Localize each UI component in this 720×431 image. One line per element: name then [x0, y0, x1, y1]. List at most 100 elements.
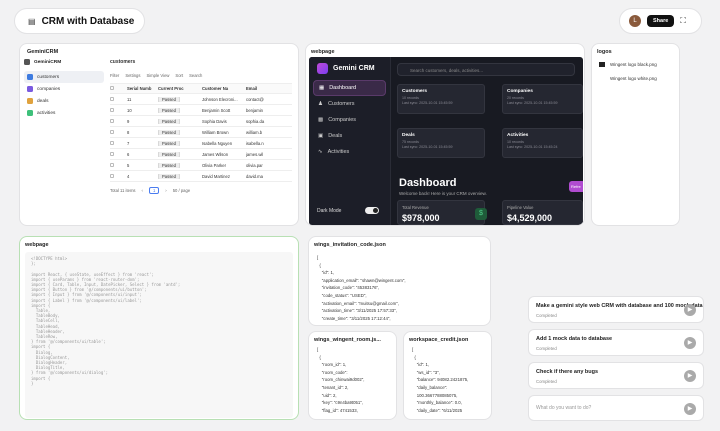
- task-item[interactable]: Check if there any bugs Completed ▶: [528, 362, 704, 389]
- next-page-icon[interactable]: ›: [165, 188, 166, 193]
- chat-input[interactable]: What do you want to do? ▶: [528, 395, 704, 421]
- card-title: wings_invitation_code.json: [314, 242, 386, 248]
- json-line: {: [317, 354, 321, 360]
- task-title: Check if there any bugs: [536, 369, 599, 375]
- row-checkbox[interactable]: [110, 118, 114, 123]
- image-file-icon: [599, 76, 605, 81]
- share-button[interactable]: Share: [647, 15, 675, 27]
- status-badge: Passed: [158, 173, 180, 179]
- activities-card[interactable]: Activities 10 records Last sync: 2025-10-0…: [502, 128, 583, 158]
- task-item[interactable]: Add 1 mock data to database Completed ▶: [528, 329, 704, 356]
- sidebar-item-customers[interactable]: customers: [24, 71, 104, 83]
- file-item[interactable]: Wingent logo black.png: [599, 62, 657, 67]
- table-row[interactable]: 10 Passed Benjamin Scott benjamin: [110, 105, 292, 116]
- table-icon: [27, 98, 33, 104]
- customers-table: customers Filter Settings Simple View So…: [110, 59, 292, 194]
- account-bar: L Share ⛶: [619, 8, 702, 34]
- json-line: "room_id": 1,: [317, 362, 347, 368]
- filter-button[interactable]: Filter: [110, 73, 119, 78]
- card-title: wings_wingent_room.js...: [314, 337, 381, 343]
- row-checkbox[interactable]: [110, 162, 114, 167]
- sidebar-item-deals[interactable]: deals: [24, 95, 104, 107]
- row-checkbox[interactable]: [110, 107, 114, 112]
- task-title: Add 1 mock data to database: [536, 336, 613, 342]
- nav-activities[interactable]: ∿ Activities: [309, 144, 390, 160]
- play-icon[interactable]: ▶: [684, 370, 696, 382]
- row-checkbox[interactable]: [110, 140, 114, 145]
- row-checkbox[interactable]: [110, 129, 114, 134]
- settings-button[interactable]: Settings: [125, 73, 140, 78]
- send-icon[interactable]: ▶: [684, 403, 696, 415]
- table-row[interactable]: 11 Passed Johnson Elecroni... contact@: [110, 94, 292, 105]
- table-row[interactable]: 7 Passed Isabella Nguyen isabella.n: [110, 138, 292, 149]
- dark-dashboard: Gemini CRM ▦ Dashboard ♟ Customers ▩ Compan…: [309, 57, 583, 225]
- json-content: [ { "id": 1, "ws_id": "3", "balance": 94…: [412, 346, 468, 414]
- card-title: logos: [597, 49, 612, 55]
- table-row[interactable]: 5 Passed Olivia Parker olivia.par: [110, 160, 292, 171]
- activity-icon: ∿: [318, 149, 323, 155]
- sidebar-item-companies[interactable]: companies: [24, 83, 104, 95]
- json-line: "balance": 94082.2421875,: [412, 377, 469, 383]
- column-header[interactable]: Email: [246, 86, 270, 91]
- companies-card[interactable]: Companies 20 records Last sync: 2025-10-01…: [502, 84, 583, 114]
- customers-card[interactable]: Customers 10 records Last sync: 2025-10-01…: [397, 84, 485, 114]
- json-line: "invitation_code": "45383176",: [317, 285, 380, 291]
- cell-customer-name: William Brown: [202, 129, 229, 135]
- column-header[interactable]: Serial Numb: [122, 86, 158, 91]
- table-row[interactable]: 6 Passed James Wilson james.wil: [110, 149, 292, 160]
- nav-companies[interactable]: ▩ Companies: [309, 112, 390, 128]
- deals-card[interactable]: Deals 75 records Last sync: 2025-10-01 15:…: [397, 128, 485, 158]
- logos-card[interactable]: logos Wingent logo black.png Wingent log…: [591, 43, 680, 226]
- status-badge: Passed: [158, 151, 180, 157]
- avatar[interactable]: L: [629, 15, 641, 27]
- row-checkbox[interactable]: [110, 151, 114, 156]
- file-item[interactable]: Wingent logo white.png: [599, 76, 657, 81]
- nav-customers[interactable]: ♟ Customers: [309, 96, 390, 112]
- cell-serial: 10: [127, 107, 132, 113]
- page-number[interactable]: 1: [148, 187, 160, 194]
- json-line: "code_status": "USED",: [317, 292, 367, 298]
- play-icon[interactable]: ▶: [684, 337, 696, 349]
- app-brand: Gemini CRM: [309, 57, 390, 80]
- json-line: "uid": 2,: [317, 392, 337, 398]
- dark-mode-toggle[interactable]: [365, 207, 380, 214]
- row-checkbox[interactable]: [110, 173, 114, 178]
- crm-brand: GeminiCRM: [24, 59, 104, 65]
- cell-serial: 5: [127, 162, 130, 168]
- page-size-select[interactable]: 50 / page: [173, 188, 190, 193]
- simple-view-button[interactable]: Simple View: [146, 73, 169, 78]
- cell-customer-name: James Wilson: [202, 151, 229, 157]
- nav-deals[interactable]: ▣ Deals: [309, 128, 390, 144]
- users-icon: ♟: [318, 101, 323, 107]
- search-button[interactable]: Search: [189, 73, 202, 78]
- cell-email: william.b: [246, 129, 263, 135]
- column-header[interactable]: Current Proc: [158, 86, 202, 91]
- json-line: 100.3667788085075,: [412, 392, 458, 398]
- webpage-preview-card[interactable]: webpage Gemini CRM ▦ Dashboard ♟ Customers…: [305, 43, 585, 226]
- table-row[interactable]: 8 Passed William Brown william.b: [110, 127, 292, 138]
- play-icon[interactable]: ▶: [684, 304, 696, 316]
- row-checkbox[interactable]: [110, 96, 114, 101]
- search-input[interactable]: Search customers, deals, activities...: [397, 63, 575, 76]
- sidebar-item-activities[interactable]: activities: [24, 107, 104, 119]
- cell-customer-name: Johnson Elecroni...: [202, 96, 238, 102]
- table-row[interactable]: 4 Passed David Martinez david.ma: [110, 171, 292, 182]
- fullscreen-icon[interactable]: ⛶: [680, 16, 686, 26]
- json-file-card[interactable]: wings_wingent_room.js... [ { "room_id": …: [308, 331, 397, 420]
- json-file-card[interactable]: workspace_credit.json [ { "id": 1, "ws_i…: [403, 331, 492, 420]
- prev-page-icon[interactable]: ‹: [142, 188, 143, 193]
- column-header[interactable]: Customer Na: [202, 86, 246, 91]
- refresh-button[interactable]: Refre: [569, 181, 583, 192]
- task-item[interactable]: Make a gemini style web CRM with databas…: [528, 296, 704, 323]
- nav-dashboard[interactable]: ▦ Dashboard: [313, 80, 386, 96]
- json-line: "application_email": "shawn@wingent.com"…: [317, 277, 406, 283]
- project-title-pill[interactable]: ▤ CRM with Database: [14, 8, 145, 34]
- select-all-checkbox[interactable]: [110, 86, 114, 90]
- sort-button[interactable]: Sort: [175, 73, 183, 78]
- webpage-code-card[interactable]: webpage <!DOCTYPE html> }; import React,…: [19, 236, 299, 420]
- cell-email: olivia.par: [246, 162, 263, 168]
- json-file-card[interactable]: wings_invitation_code.json [ { "id": 1, …: [308, 236, 491, 326]
- table-row[interactable]: 9 Passed Sophia Davis sophia.da: [110, 116, 292, 127]
- code-view: <!DOCTYPE html> }; import React, { useSt…: [25, 252, 293, 418]
- status-badge: Passed: [158, 107, 180, 113]
